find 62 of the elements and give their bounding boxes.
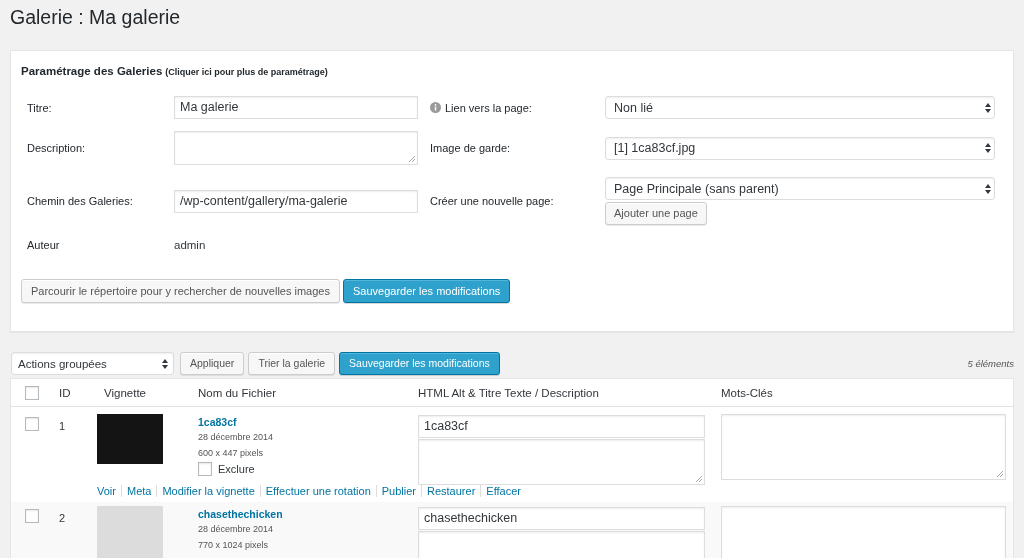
text-field[interactable]: chasethechicken xyxy=(418,507,705,530)
column-header: Mots-Clés xyxy=(721,386,773,399)
select-field[interactable]: Non lié xyxy=(605,96,995,119)
photo-placeholder xyxy=(97,414,163,464)
row-action-link[interactable]: Effectuer une rotation xyxy=(259,485,376,497)
panel-title: Paramétrage des Galeries xyxy=(21,64,163,79)
add-page-button[interactable]: Ajouter une page xyxy=(605,202,707,225)
date-text: 28 décembre 2014 xyxy=(198,431,274,444)
row-action-link[interactable]: Modifier la vignette xyxy=(156,485,260,497)
photo-placeholder xyxy=(97,506,163,558)
textarea-field[interactable] xyxy=(174,131,418,165)
file-name-link[interactable]: 1ca83cf xyxy=(198,415,237,429)
checkbox[interactable] xyxy=(198,461,212,476)
bulk-actions-select[interactable]: Actions groupées xyxy=(11,352,174,375)
row-action-link[interactable]: Meta xyxy=(120,485,157,497)
field-label: Chemin des Galeries: xyxy=(27,195,133,207)
field-label: Description: xyxy=(27,142,86,154)
resize-grip-icon xyxy=(696,476,702,482)
id-cell: 2 xyxy=(59,512,66,524)
date-text: 28 décembre 2014 xyxy=(198,523,274,536)
text-field[interactable]: Ma galerie xyxy=(174,96,418,119)
field-label: Lien vers la page: xyxy=(445,101,532,114)
dimensions-text: 600 x 447 pixels xyxy=(198,447,264,460)
page-title: Galerie : Ma galerie xyxy=(10,5,181,29)
id-cell: 1 xyxy=(59,420,66,432)
field-label: Titre: xyxy=(27,101,52,114)
text-field[interactable]: 1ca83cf xyxy=(418,415,705,438)
field-label: Image de garde: xyxy=(430,142,511,154)
column-header: Vignette xyxy=(103,386,146,399)
text-field[interactable]: /wp-content/gallery/ma-galerie xyxy=(174,189,418,213)
resize-grip-icon xyxy=(409,156,415,162)
updown-arrows-icon xyxy=(985,102,991,113)
textarea-field[interactable] xyxy=(418,439,705,485)
select-field[interactable]: [1] 1ca83cf.jpg xyxy=(605,136,995,160)
field-label: Auteur xyxy=(27,239,60,251)
column-header: HTML Alt & Titre Texte / Description xyxy=(418,386,599,399)
updown-arrows-icon xyxy=(985,143,991,153)
row-action-link[interactable]: Effacer xyxy=(480,485,526,497)
checkbox[interactable] xyxy=(25,417,39,431)
textarea-field[interactable] xyxy=(721,414,1006,480)
updown-arrows-icon xyxy=(985,183,991,194)
field-label: Créer une nouvelle page: xyxy=(430,195,554,207)
checkbox[interactable] xyxy=(25,385,39,400)
more-settings-link[interactable]: (Cliquer ici pour plus de paramétrage) xyxy=(165,64,328,80)
select-field[interactable]: Page Principale (sans parent) xyxy=(605,177,995,200)
updown-arrows-icon xyxy=(162,358,168,369)
row-action-link[interactable]: Voir xyxy=(97,485,121,497)
dimensions-text: 770 x 1024 pixels xyxy=(198,539,269,552)
field-value: admin xyxy=(174,239,206,251)
textarea-field[interactable] xyxy=(721,506,1006,558)
button[interactable]: Appliquer xyxy=(180,352,245,375)
resize-grip-icon xyxy=(997,471,1003,477)
checkbox[interactable] xyxy=(25,509,39,523)
row-action-link[interactable]: Restaurer xyxy=(421,485,481,497)
button[interactable]: Trier la galerie xyxy=(248,352,336,375)
row-action-link[interactable]: Publier xyxy=(375,485,421,497)
button[interactable]: Parcourir le répertoire pour y rechercher de nouvelles images xyxy=(21,279,340,303)
column-header: ID xyxy=(59,386,71,399)
checkbox-label: Exclure xyxy=(218,462,255,475)
file-name-link[interactable]: chasethechicken xyxy=(198,507,283,521)
column-header: Nom du Fichier xyxy=(198,386,276,399)
item-count: 5 éléments xyxy=(967,358,1014,369)
